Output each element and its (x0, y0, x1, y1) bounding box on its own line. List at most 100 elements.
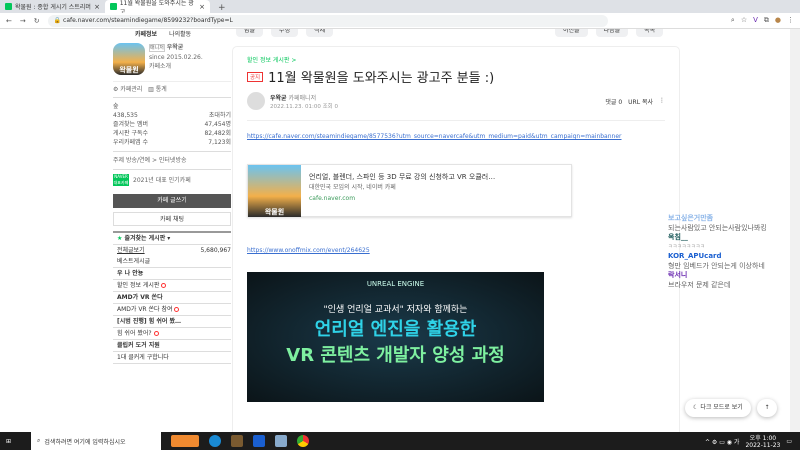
post-date: 2022.11.23. 01:00 (270, 103, 321, 110)
chat-message: 형만 임베드가 안되는게 이상하네 (668, 261, 765, 270)
link-preview-card[interactable]: 왁물원 언리얼, 블렌더, 스파인 등 3D 무료 강의 신청하고 VR 오큘러… (247, 164, 572, 217)
cafe-level: 숲 (113, 103, 119, 110)
new-icon (161, 283, 167, 288)
stat-label: 우리카페앱 수 (113, 139, 149, 146)
windows-start-icon[interactable]: ⊞ (6, 438, 11, 445)
tab-cafe-home[interactable]: 왁물원 : 종합 게시기 스트리머 × (0, 0, 105, 13)
preview-title: 언리얼, 블렌더, 스파인 등 3D 무료 강의 신청하고 VR 오큘러… (309, 173, 496, 181)
naver-award-badge: NAVER 대표카페 (113, 174, 129, 186)
cafe-page: 카페정보 나의활동 왁물원 매니저 우왁굳 since 2015.02.26. 카… (0, 29, 790, 432)
cafe-chat-button[interactable]: 카페 채팅 (113, 212, 231, 226)
back-icon[interactable]: ← (6, 17, 12, 25)
extension-icon[interactable]: V (753, 16, 758, 25)
stats-link[interactable]: 통계 (156, 86, 167, 93)
tab-my-activity[interactable]: 나의활동 (169, 29, 191, 38)
tab-cafe-info[interactable]: 카페정보 (135, 29, 157, 38)
cafe-intro-link[interactable]: 카페소개 (149, 62, 203, 71)
chat-message: 되는사람있고 안되는사람있나봐킹 (668, 223, 767, 232)
author-avatar[interactable] (247, 92, 265, 110)
menu-all-posts[interactable]: 전체글보기 (117, 245, 145, 256)
stat-value: 7,123회 (208, 139, 231, 146)
taskbar-search[interactable]: ⌕ 검색하려면 여기에 입력하십시오 (31, 432, 162, 450)
forward-icon[interactable]: → (20, 17, 26, 25)
minecraft-icon[interactable] (231, 435, 244, 447)
menu-icon[interactable]: ⋮ (787, 16, 794, 25)
event-link[interactable]: https://www.onoffmix.com/event/264625 (247, 245, 665, 256)
list-button[interactable]: 목록 (636, 29, 664, 37)
scroll-top-button[interactable]: ↑ (757, 399, 777, 417)
cafe-logo: 왁물원 (113, 43, 145, 75)
close-icon[interactable]: × (94, 3, 100, 11)
star-icon: ★ (117, 235, 123, 242)
puzzle-icon[interactable]: ⧉ (764, 16, 769, 25)
delete-button[interactable]: 삭제 (306, 29, 334, 37)
member-count[interactable]: 438,535 (113, 111, 138, 120)
post-actions-left: 답글 수정 삭제 (236, 29, 334, 37)
post-actions-right: 이전글 다음글 목록 (555, 29, 664, 37)
new-icon (153, 331, 159, 336)
invite-link[interactable]: 초대하기 (209, 111, 231, 120)
chrome-icon[interactable] (297, 435, 310, 447)
close-icon[interactable]: × (199, 3, 205, 11)
banner-headline: 언리얼 엔진을 활용한 (314, 319, 477, 340)
search-highlight-icon (171, 435, 200, 447)
stat-label: 게시판 구독수 (113, 130, 149, 137)
reply-button[interactable]: 답글 (236, 29, 264, 37)
post-link[interactable]: https://cafe.naver.com/steamindiegame/85… (247, 131, 665, 142)
profile-icon[interactable]: ● (775, 16, 781, 25)
lock-icon: 🔒 (53, 17, 64, 24)
view-count: 조회 0 (322, 103, 338, 110)
app-icon[interactable] (275, 435, 288, 447)
banner-headline-2: VR 콘텐츠 개발자 양성 과정 (286, 345, 505, 366)
post-title: 11월 왁물원을 도와주시는 광고주 분들 :) (268, 71, 495, 86)
manager-badge: 매니저 (149, 44, 165, 52)
extensions: ⌕ ☆ V ⧉ ● ⋮ (731, 16, 794, 25)
preview-thumbnail: 왁물원 (248, 165, 301, 217)
system-tray: ^ ⚙ ▭ ◉ 가 오후 1:00 2022-11-23 ▭ (705, 433, 800, 449)
cafe-stats: 숲 438,535 초대하기 즐겨찾는 멤버 47,454명 게시판 구독수 82,4… (113, 98, 231, 152)
chat-overlay: 보고싶은거만좀 되는사람있고 안되는사람있나봐킹 옥침__ ㅋㅋㅋㅋㅋㅋㅋㅋ KOR… (668, 214, 790, 290)
menu-group: AMD가 VR 쏜다 (113, 292, 231, 304)
sidebar: 카페정보 나의활동 왁물원 매니저 우왁굳 since 2015.02.26. 카… (113, 29, 231, 364)
zoom-icon[interactable]: ⌕ (731, 16, 735, 25)
clock-time[interactable]: 오후 1:00 (745, 433, 780, 442)
author-name[interactable]: 우왁굳 (270, 95, 287, 102)
board-link[interactable]: 할인 정보 게시판 > (247, 55, 665, 64)
app-v-icon[interactable] (253, 435, 266, 447)
new-tab-button[interactable]: + (218, 3, 226, 13)
menu-clipper[interactable]: 1대 클커게 구합니다 (113, 352, 231, 364)
menu-trial[interactable]: 힘 쉬어 봤어? (117, 330, 152, 337)
since-date: since 2015.02.26. (149, 54, 203, 61)
edge-icon[interactable] (209, 435, 222, 447)
preview-desc: 대한민국 모임의 시작, 네이버 카페 (309, 184, 396, 191)
author-role: 카페매니저 (288, 94, 317, 102)
menu-discount-board[interactable]: 할인 정보 게시판 (117, 282, 159, 289)
more-icon[interactable]: ⋮ (659, 97, 665, 106)
tray-icons[interactable]: ^ ⚙ ▭ ◉ 가 (705, 437, 739, 446)
url-input[interactable]: 🔒 cafe.naver.com/steamindiegame/8599232?… (47, 14, 608, 27)
tab-post[interactable]: 11월 왁물원을 도와주시는 광고 × (105, 0, 210, 16)
notice-badge: 공지 (247, 71, 264, 82)
menu-group: 클립커 도거 지원 (113, 340, 231, 352)
manager-name[interactable]: 우왁굳 (167, 44, 184, 51)
next-post-button[interactable]: 다음글 (595, 29, 629, 37)
clock-date[interactable]: 2022-11-23 (745, 442, 780, 449)
star-icon[interactable]: ☆ (741, 16, 747, 25)
copy-url-button[interactable]: URL 복사 (628, 97, 653, 106)
edit-button[interactable]: 수정 (271, 29, 299, 37)
favorite-boards-toggle[interactable]: 즐겨찾는 게시판 (124, 235, 165, 242)
scrollbar[interactable] (790, 29, 800, 432)
prev-post-button[interactable]: 이전글 (555, 29, 588, 37)
reload-icon[interactable]: ↻ (34, 17, 40, 25)
menu-group: 우 나 안뇽 (113, 268, 231, 280)
post-card: 할인 정보 게시판 > 공지 11월 왁물원을 도와주시는 광고주 분들 :) 우… (232, 46, 680, 432)
chat-message: ㅋㅋㅋㅋㅋㅋㅋㅋ (668, 243, 705, 250)
comments-link[interactable]: 댓글 0 (605, 97, 622, 106)
cafe-topic[interactable]: 주제 방송/연예 > 인터넷방송 (113, 152, 231, 170)
notification-icon[interactable]: ▭ (786, 438, 792, 445)
menu-best-posts[interactable]: 베스트게시글 (113, 256, 231, 268)
write-post-button[interactable]: 카페 글쓰기 (113, 194, 231, 208)
dark-mode-button[interactable]: ☾ 다크 모드로 보기 (685, 399, 751, 417)
cafe-admin-link[interactable]: 카페관리 (120, 86, 142, 93)
menu-amd-vr[interactable]: AMD가 VR 쏜다 참여 (117, 306, 173, 313)
